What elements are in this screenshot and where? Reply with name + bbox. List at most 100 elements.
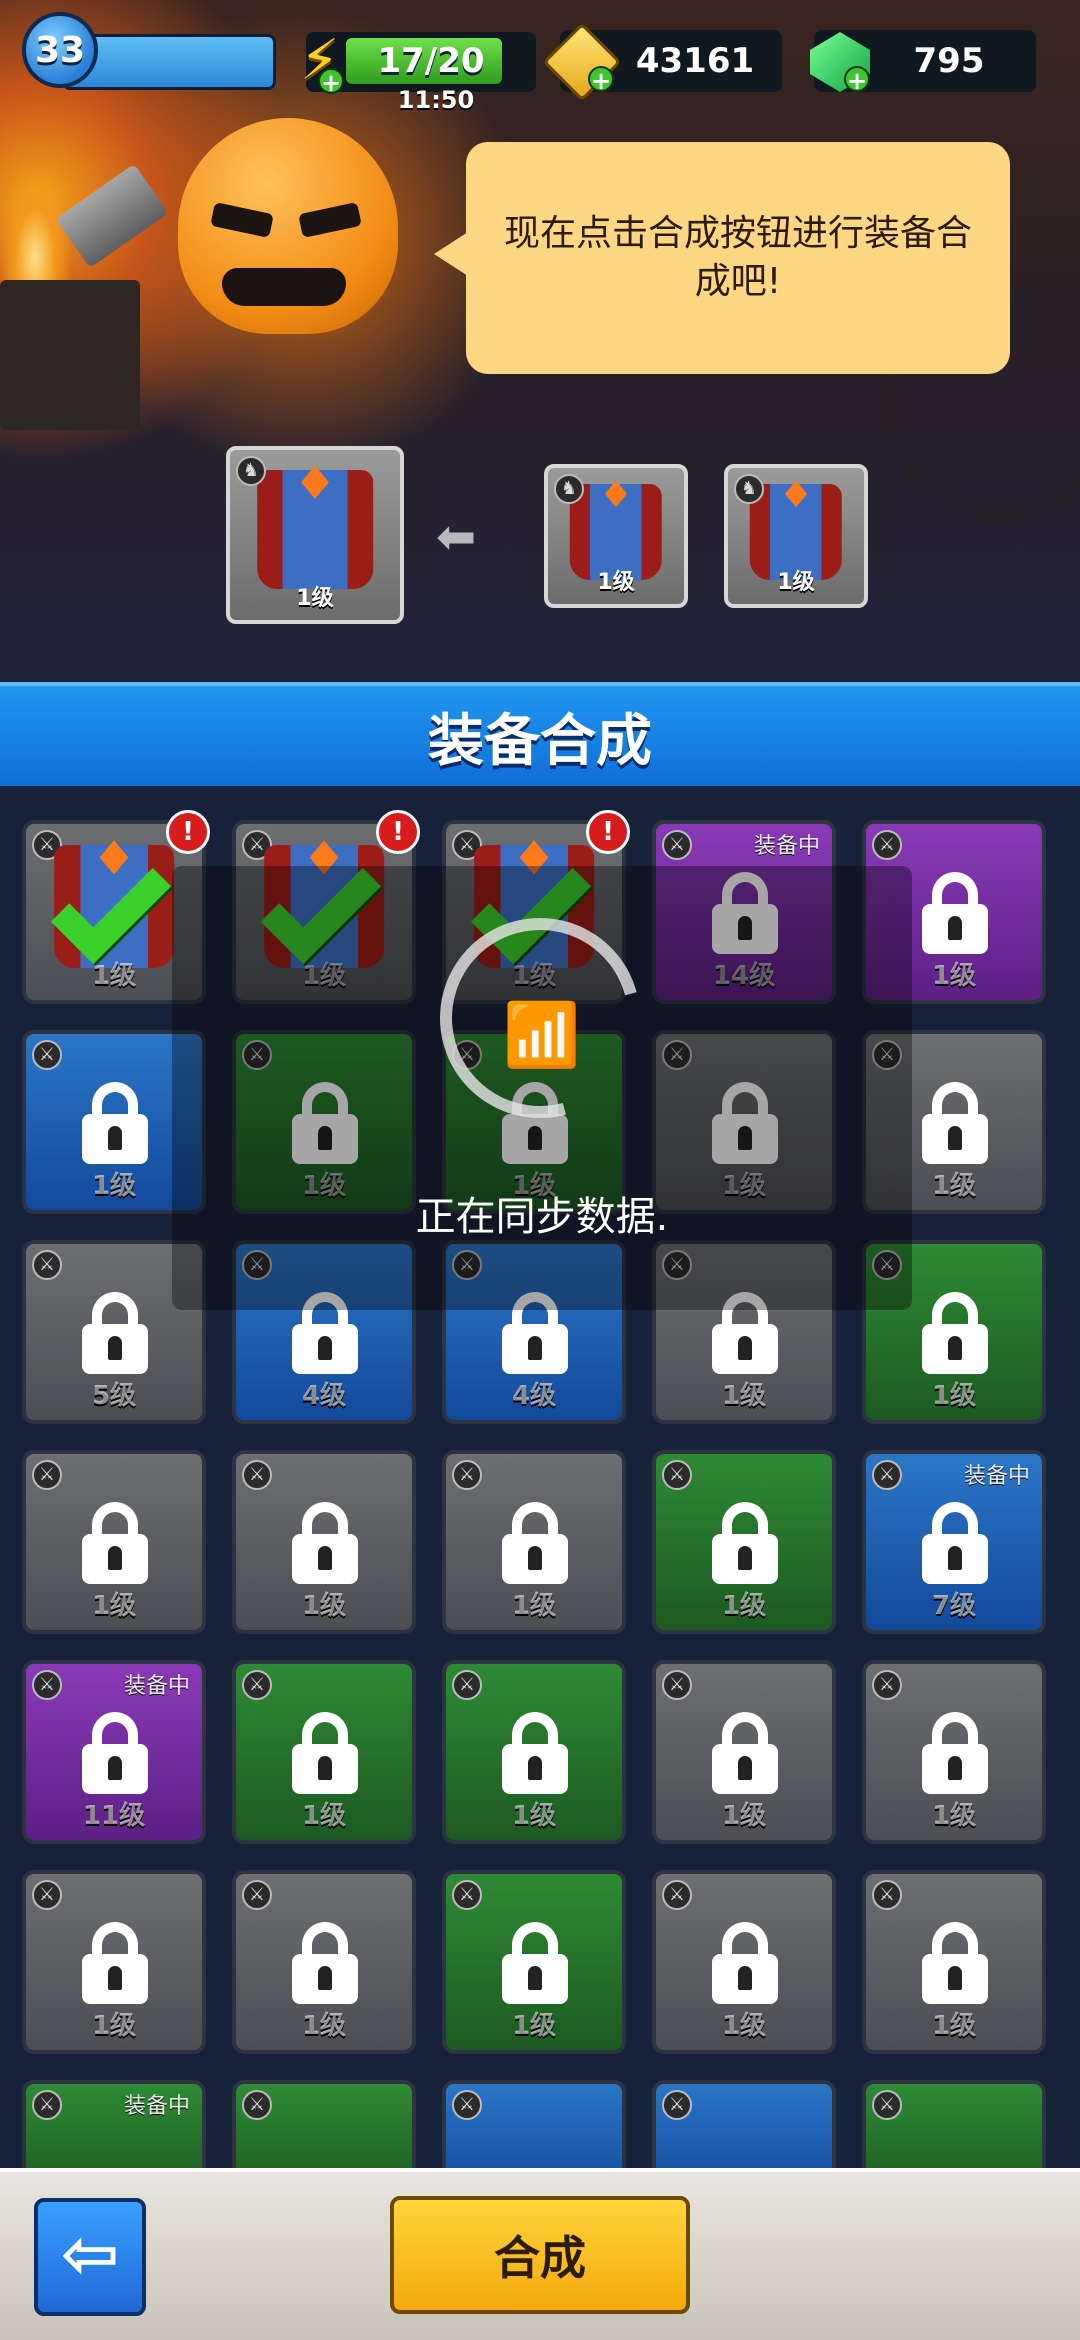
lock-body xyxy=(82,1954,148,2004)
equipment-level: 1级 xyxy=(721,2011,767,2041)
lock-body xyxy=(502,1744,568,1794)
lock-icon xyxy=(922,1292,988,1374)
add-gem-icon[interactable]: + xyxy=(844,66,870,94)
title-band: 装备合成 xyxy=(0,682,1080,786)
equipment-level: 7级 xyxy=(931,1591,977,1621)
equipment-level: 1级 xyxy=(721,1381,767,1411)
equipment-level: 4级 xyxy=(301,1381,347,1411)
armor-type-icon: ♞ xyxy=(236,456,266,486)
equipment-type-icon: ⚔ xyxy=(32,2090,62,2120)
equipment-type-icon: ⚔ xyxy=(872,1460,902,1490)
anvil xyxy=(0,280,140,430)
lock-body xyxy=(922,1324,988,1374)
gold-counter[interactable]: + 43161 xyxy=(542,22,782,102)
player-level-badge[interactable]: 33 xyxy=(22,12,98,88)
equipment-level: 1级 xyxy=(721,1591,767,1621)
equipment-level: 1级 xyxy=(301,1591,347,1621)
equipment-level: 4级 xyxy=(511,1381,557,1411)
back-button[interactable]: ⇦ xyxy=(34,2198,146,2316)
energy-counter[interactable]: 17/20 ⚡ + xyxy=(300,28,536,96)
lock-body xyxy=(922,1954,988,2004)
lock-body xyxy=(82,1114,148,1164)
equipment-type-icon: ⚔ xyxy=(872,2090,902,2120)
equipment-slot[interactable]: ⚔ 1级 xyxy=(22,1450,206,1634)
equipment-type-icon: ⚔ xyxy=(242,1670,272,1700)
equipment-level: 5级 xyxy=(91,1381,137,1411)
equipment-type-icon: ⚔ xyxy=(662,1460,692,1490)
equipment-slot[interactable]: ⚔ 1级 xyxy=(652,1450,836,1634)
equipment-slot[interactable]: ⚔ 1级 xyxy=(862,1870,1046,2054)
speech-bubble: 现在点击合成按钮进行装备合成吧! xyxy=(434,142,1010,374)
armor-type-icon: ♞ xyxy=(554,474,584,504)
equipment-type-icon: ⚔ xyxy=(872,1670,902,1700)
equipment-level: 1级 xyxy=(511,2011,557,2041)
bottom-bar: ⇦ 合成 xyxy=(0,2168,1080,2340)
wifi-icon: 📶 xyxy=(503,998,581,1071)
page-title: 装备合成 xyxy=(428,708,652,774)
sync-text: 正在同步数据. xyxy=(415,1194,669,1240)
equipment-slot[interactable]: ⚔ 装备中 11级 xyxy=(22,1660,206,1844)
energy-timer: 11:50 xyxy=(397,86,475,114)
arrow-left-icon: ⬅ xyxy=(436,509,477,565)
lock-body xyxy=(82,1744,148,1794)
equipment-type-icon: ⚔ xyxy=(872,830,902,860)
equipment-level: 1级 xyxy=(91,2011,137,2041)
merge-button[interactable]: 合成 xyxy=(390,2196,690,2314)
equipment-slot[interactable]: ⚔ 1级 xyxy=(442,1450,626,1634)
alert-badge-icon: ! xyxy=(586,810,630,854)
lock-body xyxy=(712,1534,778,1584)
equipment-type-icon: ⚔ xyxy=(662,830,692,860)
lock-icon xyxy=(292,1922,358,2004)
lock-icon xyxy=(712,1502,778,1584)
equipment-level: 1级 xyxy=(301,2011,347,2041)
sync-overlay: 📶 正在同步数据. xyxy=(172,866,912,1310)
equipped-tag: 装备中 xyxy=(753,834,820,859)
equipment-slot[interactable]: ⚔ 1级 xyxy=(652,1660,836,1844)
equipment-slot[interactable]: ⚔ 1级 xyxy=(232,1870,416,2054)
equipment-type-icon: ⚔ xyxy=(452,2090,482,2120)
equipment-slot[interactable]: ⚔ 1级 xyxy=(442,1870,626,2054)
equipment-slot[interactable]: ⚔ 1级 xyxy=(22,1870,206,2054)
equipment-slot[interactable]: ⚔ 1级 xyxy=(232,1450,416,1634)
equipment-type-icon: ⚔ xyxy=(32,1670,62,1700)
equipment-level: 1级 xyxy=(931,1381,977,1411)
speech-text: 现在点击合成按钮进行装备合成吧! xyxy=(503,213,972,302)
equipment-slot[interactable]: ⚔ 1级 xyxy=(232,1660,416,1844)
lock-body xyxy=(292,1954,358,2004)
npc-eyebrow-right xyxy=(298,202,362,238)
merge-button-label: 合成 xyxy=(494,2231,586,2285)
lock-icon xyxy=(292,1712,358,1794)
blacksmith-npc xyxy=(178,118,398,334)
equipment-type-icon: ⚔ xyxy=(242,1880,272,1910)
add-energy-icon[interactable]: + xyxy=(318,68,344,96)
equipped-tag: 装备中 xyxy=(963,1464,1030,1489)
lock-body xyxy=(922,1744,988,1794)
equipped-tag: 装备中 xyxy=(123,1674,190,1699)
game-screen: { "hud": { "player_level": "33", "energy… xyxy=(0,0,1080,2340)
lock-body xyxy=(82,1534,148,1584)
equipment-type-icon: ⚔ xyxy=(32,1460,62,1490)
equipment-slot[interactable]: ⚔ 1级 xyxy=(862,1660,1046,1844)
lock-icon xyxy=(922,1712,988,1794)
lock-icon xyxy=(922,872,988,954)
add-gold-icon[interactable]: + xyxy=(588,66,614,94)
equipment-level: 1级 xyxy=(301,1801,347,1831)
merge-ingredient-slot[interactable]: ♞ 1级 xyxy=(544,464,688,608)
lock-body xyxy=(922,904,988,954)
merge-ingredient-slot[interactable]: ♞ 1级 xyxy=(724,464,868,608)
lock-icon xyxy=(82,1922,148,2004)
lock-icon xyxy=(502,1922,568,2004)
lock-body xyxy=(502,1534,568,1584)
equipment-slot[interactable]: ⚔ 装备中 7级 xyxy=(862,1450,1046,1634)
merge-result-slot[interactable]: ♞ 1级 xyxy=(226,446,404,624)
lock-body xyxy=(712,1744,778,1794)
lock-body xyxy=(502,1954,568,2004)
armor-type-icon: ♞ xyxy=(734,474,764,504)
lock-icon xyxy=(922,1082,988,1164)
npc-eyebrow-left xyxy=(210,202,274,238)
lock-body xyxy=(712,1324,778,1374)
equipment-slot[interactable]: ⚔ 1级 xyxy=(442,1660,626,1844)
gem-counter[interactable]: + 795 xyxy=(810,30,1036,94)
equipment-slot[interactable]: ⚔ 1级 xyxy=(652,1870,836,2054)
lock-icon xyxy=(502,1712,568,1794)
